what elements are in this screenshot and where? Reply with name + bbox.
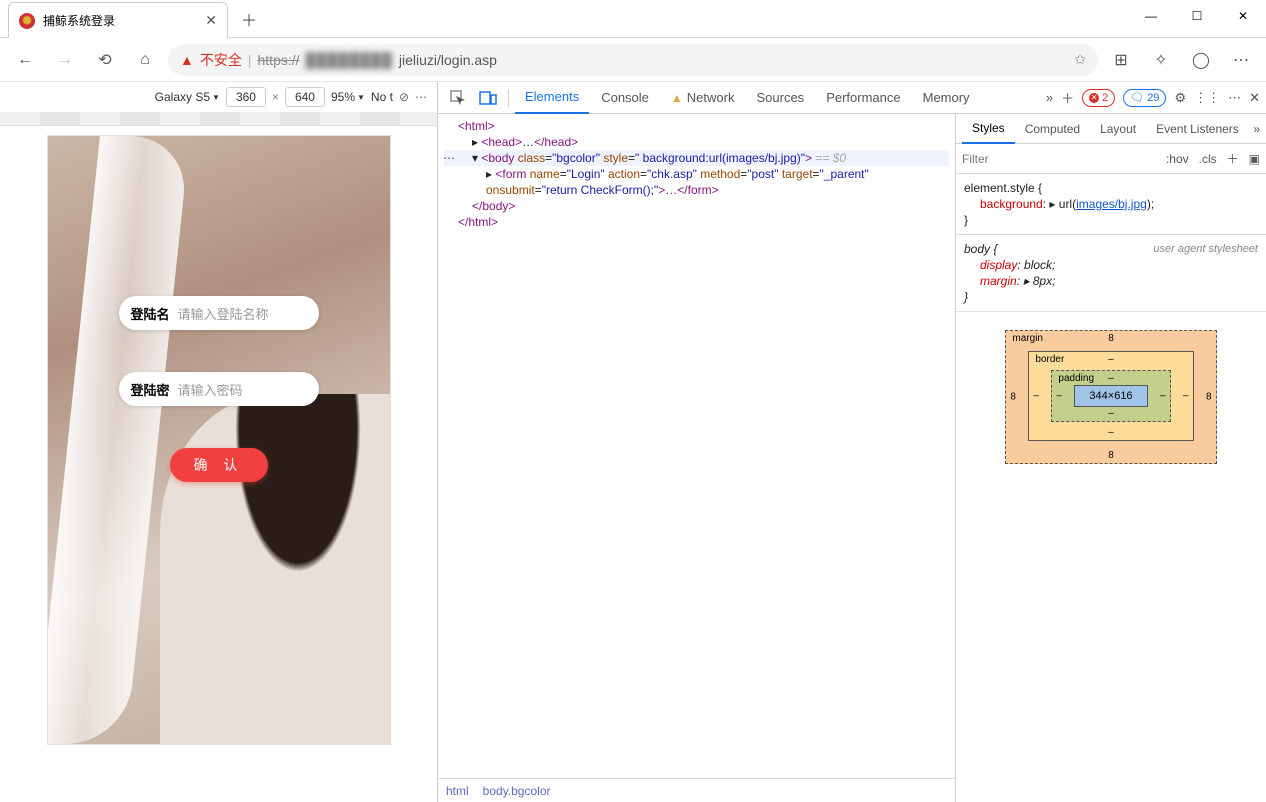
- close-icon[interactable]: ✕: [205, 12, 217, 29]
- devtools-menu-icon[interactable]: ⋯: [1228, 90, 1241, 106]
- add-tab-icon[interactable]: ＋: [1061, 88, 1074, 107]
- devtools-panel: Elements Console ▲Network Sources Perfor…: [438, 82, 1266, 802]
- favorite-icon[interactable]: ✩: [1074, 51, 1086, 68]
- dock-icon[interactable]: ⋮⋮: [1194, 90, 1220, 106]
- window-close-button[interactable]: ✕: [1220, 0, 1266, 32]
- insecure-label: 不安全: [200, 50, 242, 70]
- box-content[interactable]: 344×616: [1074, 385, 1147, 407]
- inspect-icon[interactable]: [444, 84, 472, 112]
- home-button[interactable]: ⌂: [128, 43, 162, 77]
- device-width-input[interactable]: 360: [226, 87, 266, 107]
- zoom-select[interactable]: 95%▼: [331, 90, 365, 104]
- address-bar: ← → ⟲ ⌂ ▲ 不安全 | https:// ████████ jieliu…: [0, 38, 1266, 82]
- warning-icon: ▲: [180, 52, 194, 68]
- breadcrumb: html body.bgcolor: [438, 778, 955, 802]
- tab-memory[interactable]: Memory: [913, 82, 980, 114]
- extensions-button[interactable]: ⊞: [1104, 43, 1138, 77]
- styles-filter-input[interactable]: [962, 152, 1156, 166]
- dom-node[interactable]: ▸ <form name="Login" action="chk.asp" me…: [444, 166, 949, 182]
- back-button[interactable]: ←: [8, 43, 42, 77]
- crumb-body[interactable]: body.bgcolor: [483, 784, 551, 798]
- throttle-select[interactable]: No t: [371, 90, 393, 104]
- cls-toggle[interactable]: .cls: [1199, 152, 1217, 166]
- box-padding[interactable]: padding –––– 344×616: [1051, 370, 1170, 422]
- device-canvas: 登陆名 请输入登陆名称 登陆密 请输入密码 确 认: [0, 112, 437, 802]
- collections-button[interactable]: ✧: [1144, 43, 1178, 77]
- login-pass-field[interactable]: 登陆密 请输入密码: [119, 372, 319, 406]
- tab-styles[interactable]: Styles: [962, 114, 1015, 144]
- box-margin[interactable]: margin 8888 border –––– padding –––– 344…: [1005, 330, 1216, 464]
- new-tab-button[interactable]: ＋: [234, 4, 264, 34]
- box-border[interactable]: border –––– padding –––– 344×616: [1028, 351, 1193, 441]
- hov-toggle[interactable]: :hov: [1166, 152, 1189, 166]
- device-menu-icon[interactable]: ⋯: [415, 90, 427, 104]
- dom-node[interactable]: </html>: [458, 215, 498, 229]
- box-model: margin 8888 border –––– padding –––– 344…: [956, 312, 1266, 802]
- login-pass-placeholder: 请输入密码: [178, 380, 243, 399]
- tab-network[interactable]: ▲Network: [661, 82, 745, 114]
- url-input[interactable]: ▲ 不安全 | https:// ████████ jieliuzi/login…: [168, 44, 1098, 76]
- dom-node-selected[interactable]: ⋯▾ <body class="bgcolor" style=" backgro…: [444, 150, 949, 166]
- url-protocol: https://: [258, 52, 300, 68]
- issue-count-badge[interactable]: 🗨29: [1123, 89, 1166, 107]
- window-titlebar: 捕鲸系统登录 ✕ ＋ — ☐ ✕: [0, 0, 1266, 38]
- rotate-icon[interactable]: ⊘: [399, 90, 409, 104]
- rendered-page: 登陆名 请输入登陆名称 登陆密 请输入密码 确 认: [48, 136, 390, 744]
- devtools-tabbar: Elements Console ▲Network Sources Perfor…: [438, 82, 1266, 114]
- tab-title: 捕鲸系统登录: [43, 12, 197, 29]
- device-viewport-pane: Galaxy S5▼ 360 × 640 95%▼ No t ⊘ ⋯ 登陆名 请…: [0, 82, 438, 802]
- toggle-sidebar-icon[interactable]: ▣: [1249, 152, 1260, 166]
- device-toolbar: Galaxy S5▼ 360 × 640 95%▼ No t ⊘ ⋯: [0, 82, 437, 112]
- login-name-label: 登陆名: [131, 304, 170, 323]
- favicon-icon: [19, 13, 35, 29]
- ruler: [0, 112, 437, 126]
- dom-tree[interactable]: <html> ▸ <head>…</head> ⋯▾ <body class="…: [438, 114, 955, 778]
- tab-computed[interactable]: Computed: [1015, 114, 1090, 144]
- window-maximize-button[interactable]: ☐: [1174, 0, 1220, 32]
- menu-button[interactable]: ⋯: [1224, 43, 1258, 77]
- device-toggle-icon[interactable]: [474, 84, 502, 112]
- devtools-close-icon[interactable]: ✕: [1249, 90, 1260, 106]
- reload-button[interactable]: ⟲: [88, 43, 122, 77]
- url-path: jieliuzi/login.asp: [399, 52, 497, 68]
- style-rule-useragent[interactable]: body {user agent stylesheet display: blo…: [956, 235, 1266, 312]
- dimension-x: ×: [272, 90, 279, 104]
- dom-node[interactable]: </body>: [472, 199, 515, 213]
- confirm-button[interactable]: 确 认: [170, 448, 268, 482]
- tab-event-listeners[interactable]: Event Listeners: [1146, 114, 1249, 144]
- device-height-input[interactable]: 640: [285, 87, 325, 107]
- crumb-html[interactable]: html: [446, 784, 469, 798]
- login-name-placeholder: 请输入登陆名称: [178, 304, 269, 323]
- device-select[interactable]: Galaxy S5▼: [155, 90, 220, 104]
- tab-performance[interactable]: Performance: [816, 82, 910, 114]
- login-name-field[interactable]: 登陆名 请输入登陆名称: [119, 296, 319, 330]
- settings-icon[interactable]: ⚙: [1174, 90, 1186, 106]
- window-minimize-button[interactable]: —: [1128, 0, 1174, 32]
- tab-elements[interactable]: Elements: [515, 82, 589, 114]
- profile-button[interactable]: ◯: [1184, 43, 1218, 77]
- url-separator: |: [248, 52, 252, 68]
- login-pass-label: 登陆密: [131, 380, 170, 399]
- error-count-badge[interactable]: ✕2: [1082, 89, 1115, 107]
- dom-node[interactable]: onsubmit="return CheckForm();">…</form>: [444, 182, 949, 198]
- url-host-blurred: ████████: [306, 52, 393, 68]
- tab-layout[interactable]: Layout: [1090, 114, 1146, 144]
- forward-button[interactable]: →: [48, 43, 82, 77]
- dom-node[interactable]: <html>: [458, 119, 495, 133]
- tab-console[interactable]: Console: [591, 82, 659, 114]
- styles-filter-row: :hov .cls ＋ ▣: [956, 144, 1266, 174]
- warning-icon: ▲: [671, 91, 683, 105]
- styles-more-icon[interactable]: »: [1253, 122, 1260, 136]
- more-tabs-icon[interactable]: »: [1046, 90, 1053, 105]
- styles-tabbar: Styles Computed Layout Event Listeners »: [956, 114, 1266, 144]
- browser-tab[interactable]: 捕鲸系统登录 ✕: [8, 2, 228, 38]
- style-rule-element[interactable]: element.style { background: ▸ url(images…: [956, 174, 1266, 235]
- tab-sources[interactable]: Sources: [746, 82, 814, 114]
- styles-pane: Styles Computed Layout Event Listeners »…: [956, 114, 1266, 802]
- new-style-icon[interactable]: ＋: [1227, 150, 1239, 167]
- elements-panel: <html> ▸ <head>…</head> ⋯▾ <body class="…: [438, 114, 956, 802]
- dom-node[interactable]: ▸ <head>…</head>: [444, 134, 949, 150]
